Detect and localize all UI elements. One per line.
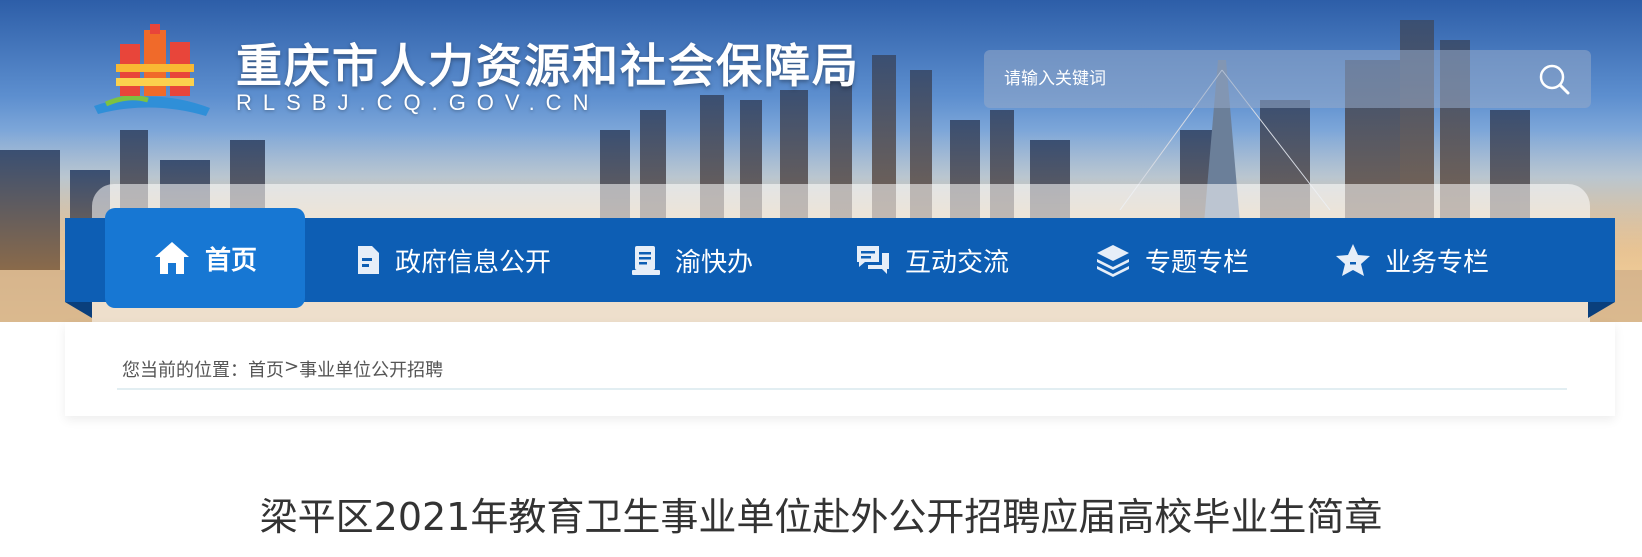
breadcrumb-separator: >	[284, 356, 300, 377]
nav-item-label: 专题专栏	[1145, 247, 1250, 278]
site-title: 重庆市人力资源和社会保障局	[236, 39, 860, 93]
breadcrumb-divider	[117, 388, 1567, 390]
nav-item-special-topics[interactable]: 专题专栏	[1095, 218, 1249, 302]
nav-item-yukuaiban[interactable]: 渝快办	[631, 218, 753, 302]
home-icon	[154, 242, 189, 274]
nav-item-gov-info[interactable]: 政府信息公开	[355, 218, 551, 302]
breadcrumb-link-home[interactable]: 首页	[248, 356, 284, 382]
breadcrumb-panel: 您当前的位置： 首页 > 事业单位公开招聘	[65, 322, 1615, 416]
nav-item-label: 互动交流	[905, 247, 1010, 278]
search-button[interactable]	[1517, 50, 1591, 108]
nav-item-label: 渝快办	[675, 247, 754, 278]
breadcrumb-prefix: 您当前的位置：	[122, 360, 248, 381]
nav-item-home[interactable]: 首页	[105, 208, 305, 308]
nav-item-label: 首页	[204, 245, 257, 276]
nav-item-label: 业务专栏	[1385, 247, 1490, 278]
government-emblem-logo	[94, 24, 210, 116]
site-domain: RLSBJ.CQ.GOV.CN	[236, 90, 600, 115]
nav-item-label: 政府信息公开	[395, 247, 552, 278]
breadcrumb-link-recruitment[interactable]: 事业单位公开招聘	[299, 356, 443, 382]
search-icon	[1539, 64, 1570, 95]
nav-ribbon-fold-right	[1588, 302, 1615, 318]
search-bar	[984, 50, 1591, 108]
main-nav: 首页 政府信息公开 渝快办 互动交流 专题专栏 业务专栏	[65, 208, 1615, 308]
chat-icon	[857, 246, 889, 274]
breadcrumb: 您当前的位置： 首页 > 事业单位公开招聘	[122, 356, 443, 382]
nav-ribbon-fold-left	[65, 302, 92, 318]
nav-item-interaction[interactable]: 互动交流	[855, 218, 1009, 302]
clipboard-icon	[632, 246, 660, 275]
document-icon	[358, 246, 379, 274]
search-input[interactable]	[984, 50, 1517, 108]
nav-item-business[interactable]: 业务专栏	[1335, 218, 1489, 302]
article-title: 梁平区2021年教育卫生事业单位赴外公开招聘应届高校毕业生简章	[259, 495, 1383, 539]
layers-icon	[1097, 245, 1129, 277]
star-icon	[1336, 244, 1370, 276]
